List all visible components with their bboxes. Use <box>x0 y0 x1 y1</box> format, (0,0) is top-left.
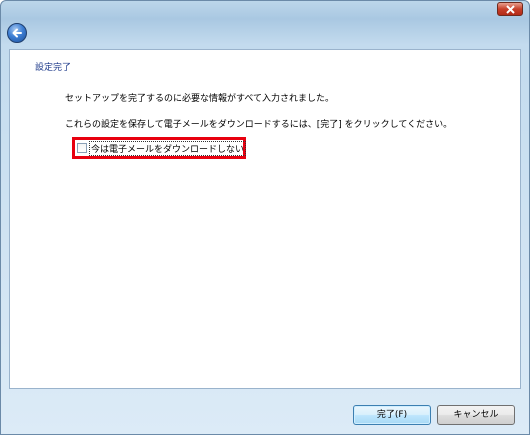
completion-message: セットアップを完了するのに必要な情報がすべて入力されました。 <box>65 94 335 104</box>
skip-download-option[interactable]: 今は電子メールをダウンロードしない <box>77 140 247 156</box>
back-button[interactable] <box>7 23 27 43</box>
instruction-message: これらの設定を保存して電子メールをダウンロードするには、[完了] をクリックして… <box>65 120 453 130</box>
page-title: 設定完了 <box>35 63 72 73</box>
skip-download-label[interactable]: 今は電子メールをダウンロードしない <box>89 140 247 156</box>
finish-button[interactable]: 完了(F) <box>353 405 431 425</box>
back-arrow-icon <box>12 28 22 38</box>
cancel-button[interactable]: キャンセル <box>437 405 515 425</box>
content-panel: 設定完了 セットアップを完了するのに必要な情報がすべて入力されました。 これらの… <box>9 49 521 389</box>
title-bar <box>1 1 529 19</box>
button-bar: 完了(F) キャンセル <box>1 391 529 434</box>
close-icon <box>506 5 515 14</box>
skip-download-checkbox[interactable] <box>77 143 87 153</box>
close-button[interactable] <box>497 2 523 16</box>
wizard-window: 設定完了 セットアップを完了するのに必要な情報がすべて入力されました。 これらの… <box>0 0 530 435</box>
